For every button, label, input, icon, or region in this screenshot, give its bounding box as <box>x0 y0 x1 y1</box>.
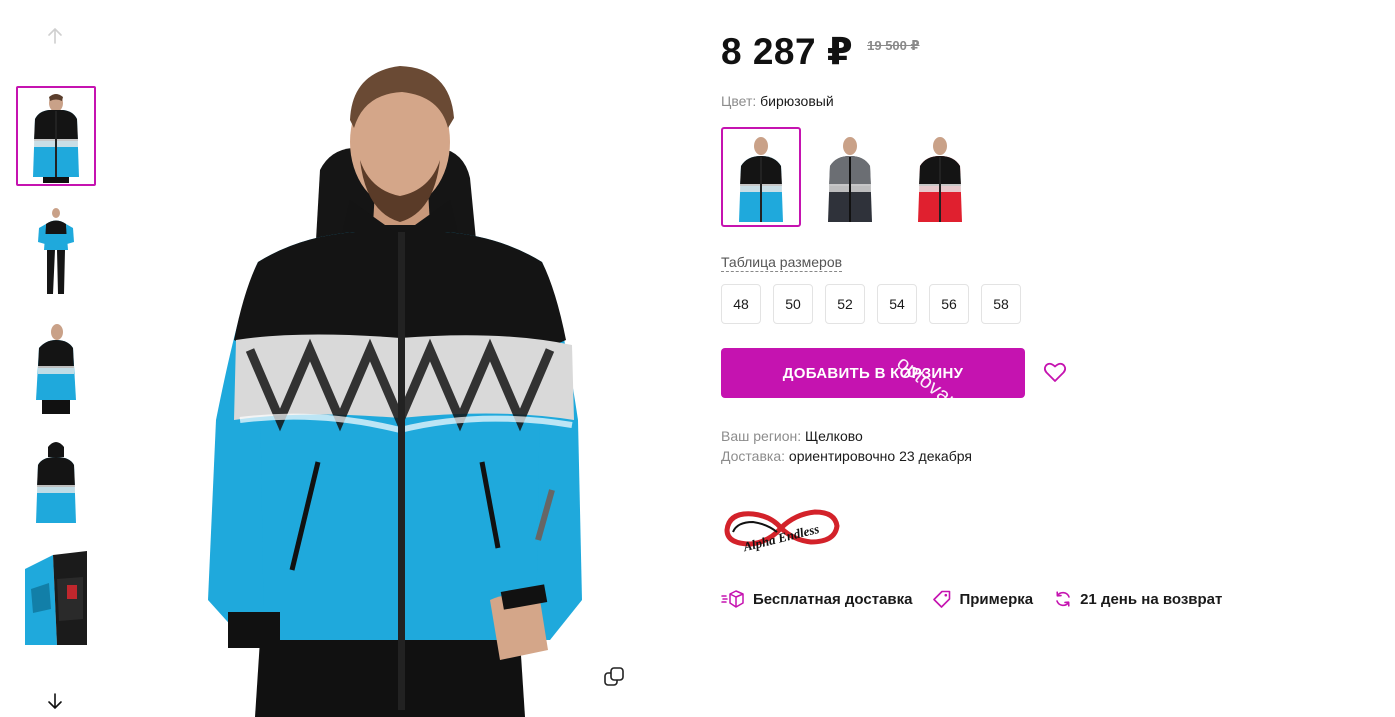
add-to-cart-button[interactable]: ДОБАВИТЬ В КОРЗИНУ optovaro <box>721 348 1025 398</box>
size-table-link[interactable]: Таблица размеров <box>721 254 843 272</box>
jacket-photo <box>208 66 582 717</box>
thumbnail-front-image <box>33 94 79 183</box>
heart-icon <box>1043 362 1067 382</box>
size-option-48[interactable]: 48 <box>721 284 761 324</box>
perk-free-delivery[interactable]: Бесплатная доставка <box>721 590 912 608</box>
arrow-down-icon <box>48 693 62 710</box>
size-option-58[interactable]: 58 <box>981 284 1021 324</box>
copy-icon <box>604 667 624 686</box>
copy-button[interactable] <box>603 666 627 690</box>
size-option-52[interactable]: 52 <box>825 284 865 324</box>
color-value: бирюзовый <box>760 93 834 109</box>
wishlist-button[interactable] <box>1043 361 1069 385</box>
main-product-image[interactable] <box>180 0 620 717</box>
brand-logo-image: Alpha Endless <box>724 509 840 555</box>
thumbnail-front[interactable] <box>16 86 96 186</box>
arrow-up-icon <box>48 27 62 44</box>
size-option-50[interactable]: 50 <box>773 284 813 324</box>
delivery-box-icon <box>721 590 744 608</box>
region-label: Ваш регион: <box>721 428 802 444</box>
region-info: Ваш регион: Щелково <box>721 428 863 444</box>
thumbnails-down-button[interactable] <box>40 686 70 716</box>
brand-logo[interactable]: Alpha Endless <box>719 502 843 556</box>
size-option-54[interactable]: 54 <box>877 284 917 324</box>
region-value: Щелково <box>805 428 863 444</box>
delivery-value: ориентировочно 23 декабря <box>788 448 972 464</box>
current-price: 8 287 ₽ <box>721 31 854 72</box>
delivery-label: Доставка: <box>721 448 786 464</box>
perk-free-delivery-label: Бесплатная доставка <box>753 590 913 608</box>
color-label: Цвет: <box>721 93 757 109</box>
thumbnail-full-body[interactable] <box>16 202 96 302</box>
swatch-turquoise-image <box>739 137 783 222</box>
swatch-grey[interactable] <box>810 127 890 227</box>
thumbnail-side-image <box>36 324 76 414</box>
size-option-56[interactable]: 56 <box>929 284 969 324</box>
perk-return[interactable]: 21 день на возврат <box>1054 590 1222 608</box>
thumbnail-rail <box>0 0 110 717</box>
return-icon <box>1056 591 1070 607</box>
delivery-info: Доставка: ориентировочно 23 декабря <box>721 448 972 464</box>
color-row: Цвет: бирюзовый <box>721 93 834 109</box>
perks-row: Бесплатная доставка Примерка 21 день на … <box>721 590 1243 608</box>
thumbnail-back-image <box>36 442 76 523</box>
perk-fitting-label: Примерка <box>959 590 1034 608</box>
swatch-turquoise[interactable] <box>721 127 801 227</box>
tag-icon <box>933 590 951 608</box>
thumbnail-inside-image <box>25 551 87 645</box>
thumbnail-inside[interactable] <box>16 548 96 648</box>
thumbnail-full-body-image <box>38 208 74 294</box>
thumbnails-up-button[interactable] <box>40 21 70 51</box>
swatch-red[interactable] <box>900 127 980 227</box>
swatch-red-image <box>918 137 962 222</box>
thumbnail-side[interactable] <box>16 318 96 418</box>
swatch-grey-image <box>828 137 872 222</box>
old-price: 19 500 ₽ <box>867 38 920 53</box>
perk-fitting[interactable]: Примерка <box>933 590 1033 608</box>
size-selector: 48 50 52 54 56 58 <box>721 284 1021 324</box>
price-block: 8 287 ₽ 19 500 ₽ <box>721 30 920 73</box>
perk-return-label: 21 день на возврат <box>1080 590 1223 608</box>
thumbnail-back[interactable] <box>16 433 96 533</box>
